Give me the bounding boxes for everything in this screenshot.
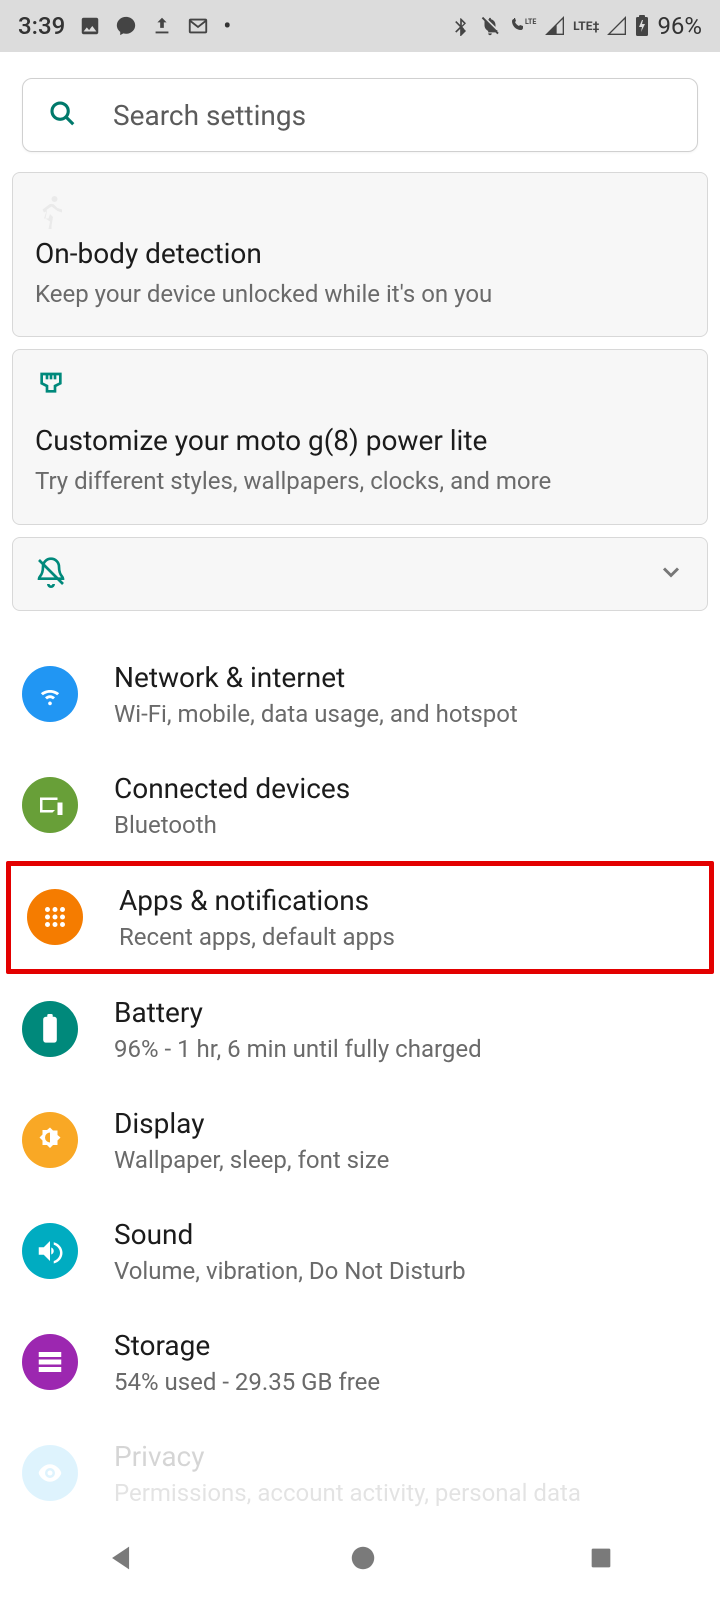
item-title: Battery <box>114 996 482 1029</box>
search-input[interactable]: Search settings <box>22 78 698 152</box>
bell-off-icon <box>35 556 67 592</box>
signal-2-icon <box>607 16 627 36</box>
signal-1-icon <box>545 16 565 36</box>
svg-text:LTE: LTE <box>525 18 536 26</box>
status-left: 3:39 • <box>18 12 231 40</box>
card-title: Customize your moto g(8) power lite <box>35 424 685 457</box>
item-network[interactable]: Network & internet Wi-Fi, mobile, data u… <box>0 639 720 750</box>
walk-icon <box>35 193 685 233</box>
item-title: Sound <box>114 1218 466 1251</box>
storage-icon <box>22 1334 78 1390</box>
search-placeholder: Search settings <box>113 99 306 132</box>
battery-icon <box>635 15 649 37</box>
dnd-status-icon <box>479 15 501 37</box>
navigation-bar <box>0 1516 720 1600</box>
item-subtitle: Wi-Fi, mobile, data usage, and hotspot <box>114 700 518 728</box>
item-title: Apps & notifications <box>119 884 395 917</box>
bluetooth-icon <box>451 16 471 36</box>
nav-recent-button[interactable] <box>587 1544 615 1572</box>
volte-icon: LTE <box>509 16 537 36</box>
brush-icon <box>35 370 685 406</box>
item-storage[interactable]: Storage 54% used - 29.35 GB free <box>0 1307 720 1418</box>
messenger-icon <box>115 15 137 37</box>
status-bar: 3:39 • LTE LTE‡ <box>0 0 720 52</box>
item-apps[interactable]: Apps & notifications Recent apps, defaul… <box>6 861 714 974</box>
card-subtitle: Keep your device unlocked while it's on … <box>35 278 685 310</box>
item-title: Network & internet <box>114 661 518 694</box>
item-subtitle: 96% - 1 hr, 6 min until fully charged <box>114 1035 482 1063</box>
item-subtitle: Wallpaper, sleep, font size <box>114 1146 389 1174</box>
battery-pct: 96% <box>657 12 702 40</box>
item-subtitle: Volume, vibration, Do Not Disturb <box>114 1257 466 1285</box>
wifi-icon <box>22 666 78 722</box>
privacy-icon <box>22 1445 78 1501</box>
suggestion-onbody[interactable]: On-body detection Keep your device unloc… <box>12 172 708 337</box>
item-display[interactable]: Display Wallpaper, sleep, font size <box>0 1085 720 1196</box>
item-title: Display <box>114 1107 389 1140</box>
suggestion-customize[interactable]: Customize your moto g(8) power lite Try … <box>12 349 708 524</box>
item-subtitle: Bluetooth <box>114 811 350 839</box>
item-subtitle: Permissions, account activity, personal … <box>114 1479 581 1507</box>
nav-home-button[interactable] <box>348 1543 378 1573</box>
chevron-down-icon <box>657 558 685 590</box>
item-title: Storage <box>114 1329 380 1362</box>
item-sound[interactable]: Sound Volume, vibration, Do Not Disturb <box>0 1196 720 1307</box>
upload-icon <box>151 15 173 37</box>
clock: 3:39 <box>18 12 65 40</box>
sound-icon <box>22 1223 78 1279</box>
item-subtitle: Recent apps, default apps <box>119 923 395 951</box>
search-icon <box>47 98 77 132</box>
nav-back-button[interactable] <box>105 1541 139 1575</box>
brightness-icon <box>22 1112 78 1168</box>
item-subtitle: 54% used - 29.35 GB free <box>114 1368 380 1396</box>
item-title: Privacy <box>114 1440 581 1473</box>
card-title: On-body detection <box>35 237 685 270</box>
devices-icon <box>22 777 78 833</box>
item-privacy[interactable]: Privacy Permissions, account activity, p… <box>0 1418 720 1529</box>
battery-item-icon <box>22 1001 78 1057</box>
apps-icon <box>27 889 83 945</box>
item-battery[interactable]: Battery 96% - 1 hr, 6 min until fully ch… <box>0 974 720 1085</box>
status-right: LTE LTE‡ 96% <box>451 12 702 40</box>
item-title: Connected devices <box>114 772 350 805</box>
lte-text: LTE‡ <box>573 19 599 33</box>
dnd-collapsed-card[interactable] <box>12 537 708 611</box>
photo-icon <box>79 15 101 37</box>
gmail-icon <box>187 15 209 37</box>
item-devices[interactable]: Connected devices Bluetooth <box>0 750 720 861</box>
card-subtitle: Try different styles, wallpapers, clocks… <box>35 465 685 497</box>
